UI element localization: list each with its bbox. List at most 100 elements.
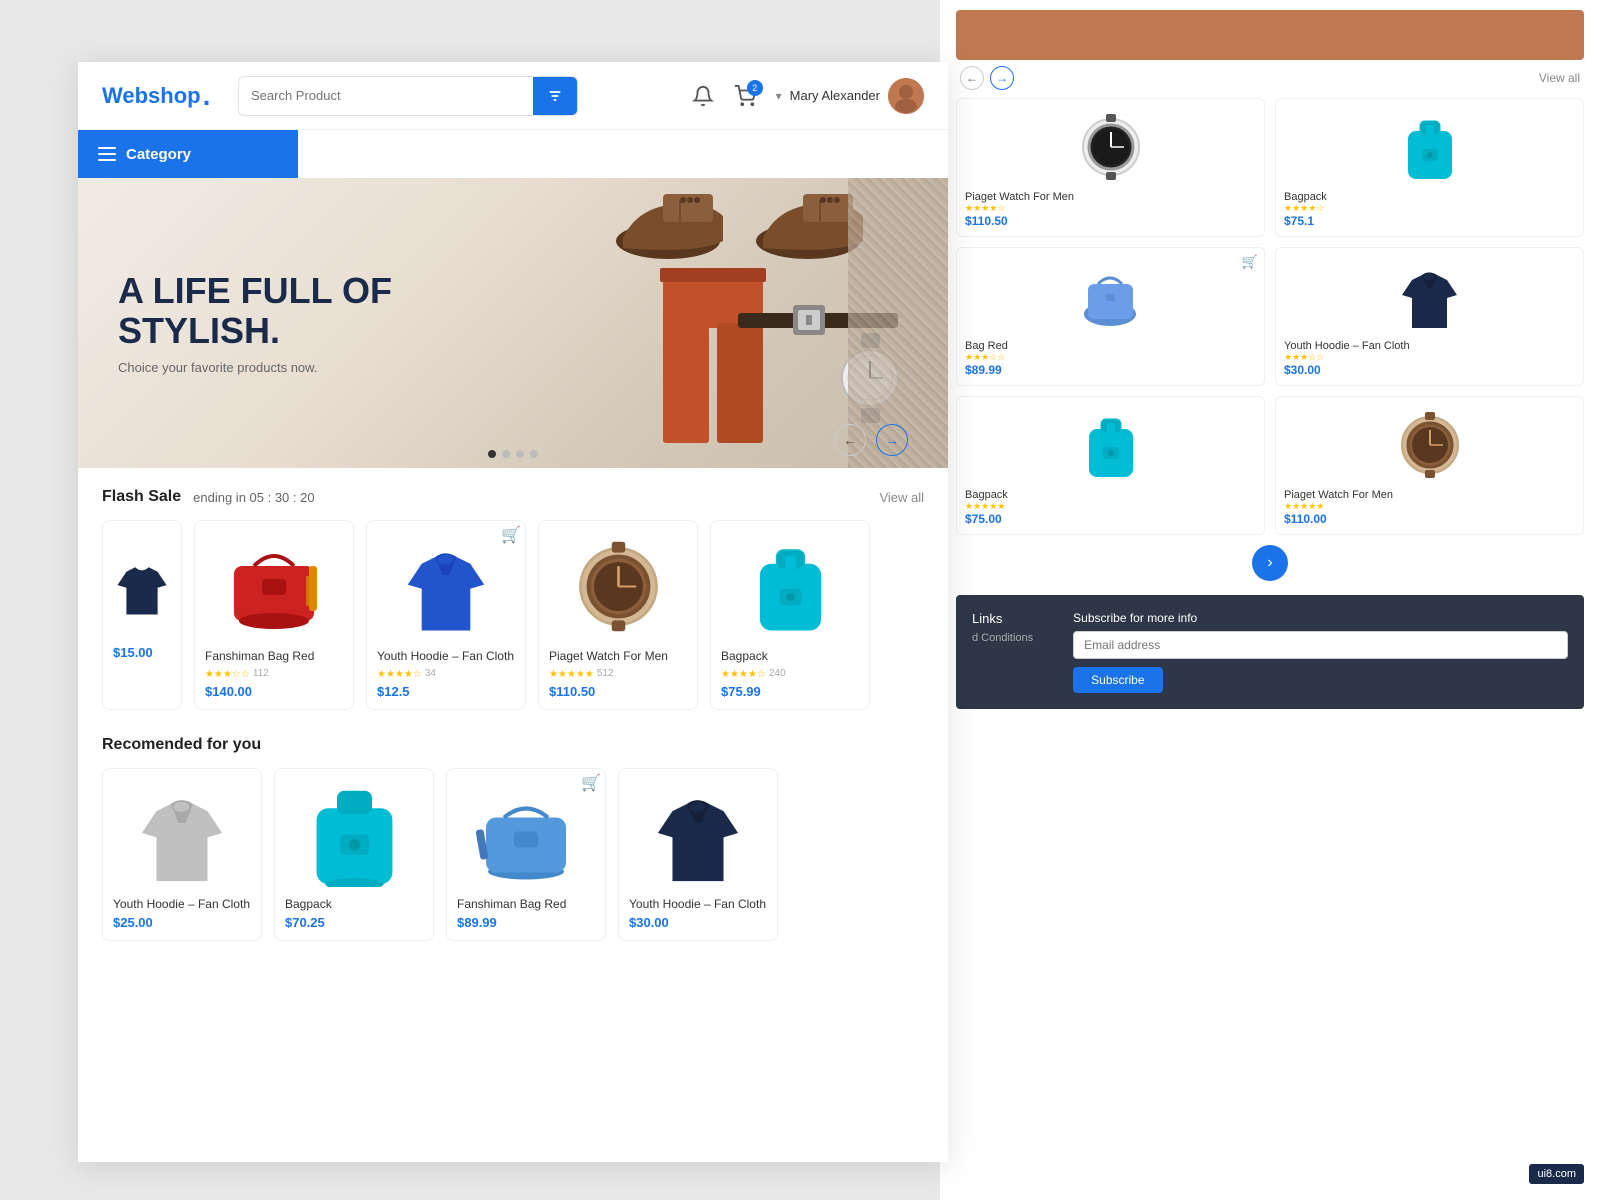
slider-dot-1[interactable] [488,450,496,458]
rp-product-stars-2: ★★★☆☆ [965,352,1256,363]
slider-dot-4[interactable] [530,450,538,458]
flash-product-stars-row-1: ★★★☆☆ 112 [205,666,343,680]
page-wrapper: ← → View all [0,0,1600,1200]
rec-product-0[interactable]: Youth Hoodie – Fan Cloth $25.00 [102,768,262,941]
category-bar[interactable]: Category [78,130,298,178]
flash-product-stars-3: ★★★★★ [549,669,594,680]
flash-product-4[interactable]: Bagpack ★★★★☆ 240 $75.99 [710,520,870,710]
rp-product-card-1[interactable]: Bagpack ★★★★☆ $75.1 [1275,98,1584,237]
user-name: Mary Alexander [790,88,880,103]
user-menu[interactable]: ▾ Mary Alexander [776,78,924,114]
flash-product-price-4: $75.99 [721,684,859,699]
flash-product-0[interactable]: $15.00 [102,520,182,710]
user-avatar [888,78,924,114]
rp-product-stars-4: ★★★★★ [965,501,1256,512]
rp-product-card-3[interactable]: Youth Hoodie – Fan Cloth ★★★☆☆ $30.00 [1275,247,1584,386]
flash-product-count-4: 240 [769,668,786,679]
logo[interactable]: Webshop. [102,82,222,110]
hero-prev-arrow[interactable]: ← [834,424,866,456]
flash-product-stars-row-2: ★★★★☆ 34 [377,666,515,680]
recommended-products: Youth Hoodie – Fan Cloth $25.00 [102,768,924,941]
rec-product-img-3 [629,779,767,889]
rec-product-3[interactable]: Youth Hoodie – Fan Cloth $30.00 [618,768,778,941]
rp-product-price-4: $75.00 [965,512,1256,526]
rec-product-name-3: Youth Hoodie – Fan Cloth [629,897,767,911]
rp-product-card-4[interactable]: Bagpack ★★★★★ $75.00 [956,396,1265,535]
rp-product-image-2 [965,256,1256,336]
rp-subscribe-area: Links d Conditions Subscribe for more in… [956,595,1584,709]
rp-product-card-0[interactable]: Piaget Watch For Men ★★★★☆ $110.50 [956,98,1265,237]
flash-product-3[interactable]: Piaget Watch For Men ★★★★★ 512 $110.50 [538,520,698,710]
rp-product-image-0 [965,107,1256,187]
recommended-section: Recomended for you Youth Hoodie – Fan Cl… [78,720,948,961]
flash-sale-timer: ending in 05 : 30 : 20 [193,490,314,505]
flash-product-price-0: $15.00 [113,645,171,660]
flash-product-img-2 [377,531,515,641]
rec-product-2[interactable]: 🛒 Fanshiman Bag Red $89.99 [446,768,606,941]
rec-product-1[interactable]: Bagpack $70.25 [274,768,434,941]
subscribe-button[interactable]: Subscribe [1073,667,1162,693]
flash-product-count-3: 512 [597,668,614,679]
rp-product-name-3: Youth Hoodie – Fan Cloth [1284,340,1575,352]
flash-product-count-2: 34 [425,668,436,679]
flash-sale-title-area: Flash Sale ending in 05 : 30 : 20 [102,488,315,506]
search-input[interactable] [239,88,533,103]
rp-view-all-link[interactable]: View all [1539,71,1580,85]
rp-product-name-1: Bagpack [1284,191,1575,203]
subscribe-email-input[interactable] [1073,631,1568,659]
rec-product-name-2: Fanshiman Bag Red [457,897,595,911]
flash-product-stars-row-3: ★★★★★ 512 [549,666,687,680]
flash-product-img-4 [721,531,859,641]
category-label: Category [126,146,191,163]
flash-product-2[interactable]: 🛒 Youth Hoodie – Fan Cloth ★★★★☆ 34 $12. [366,520,526,710]
flash-sale-title: Flash Sale [102,488,181,506]
rp-product-price-5: $110.00 [1284,512,1575,526]
slider-dot-2[interactable] [502,450,510,458]
main-card: Webshop. [78,62,948,1162]
hero-banner: A LIFE FULL OFSTYLISH. Choice your favor… [78,178,948,468]
slider-dots [488,450,538,458]
flash-sale-header: Flash Sale ending in 05 : 30 : 20 View a… [102,488,924,506]
watermark-badge: ui8.com [1529,1164,1584,1184]
newsletter-section: Subscribe for more info Subscribe [1073,611,1568,693]
rec-product-img-2 [457,779,595,889]
header-icons: 2 ▾ Mary Alexander [692,78,924,114]
flash-product-price-3: $110.50 [549,684,687,699]
rp-prev-arrow[interactable]: ← [960,66,984,90]
rp-product-name-5: Piaget Watch For Men [1284,489,1575,501]
slider-arrows: ← → [834,424,908,456]
rp-product-image-1 [1284,107,1575,187]
hero-next-arrow[interactable]: → [876,424,908,456]
rp-product-card-5[interactable]: Piaget Watch For Men ★★★★★ $110.00 [1275,396,1584,535]
rp-navigation: ← → View all [956,66,1584,90]
flash-product-count-1: 112 [253,668,269,679]
watermark: ui8.com [1529,1164,1584,1184]
rp-next-page-btn[interactable]: › [1252,545,1288,581]
flash-sale-view-all[interactable]: View all [879,490,924,505]
subscribe-title: Subscribe for more info [1073,611,1568,625]
rp-product-image-5 [1284,405,1575,485]
rec-product-img-1 [285,779,423,889]
rp-product-stars-1: ★★★★☆ [1284,203,1575,214]
rp-product-grid: Piaget Watch For Men ★★★★☆ $110.50 Bagpa… [956,98,1584,535]
footer-terms: d Conditions [972,632,1033,644]
rp-product-price-2: $89.99 [965,363,1256,377]
rec-product-price-2: $89.99 [457,915,595,930]
flash-product-stars-row-4: ★★★★☆ 240 [721,666,859,680]
rp-next-arrow[interactable]: → [990,66,1014,90]
flash-product-1[interactable]: Fanshiman Bag Red ★★★☆☆ 112 $140.00 [194,520,354,710]
rp-cart-icon-2[interactable]: 🛒 [1242,254,1258,270]
cart-badge: 2 [747,80,763,96]
flash-product-img-0 [113,531,171,641]
rec-product-name-0: Youth Hoodie – Fan Cloth [113,897,251,911]
hamburger-icon [98,147,116,161]
rp-product-name-4: Bagpack [965,489,1256,501]
slider-dot-3[interactable] [516,450,524,458]
rp-product-stars-0: ★★★★☆ [965,203,1256,214]
rec-product-price-0: $25.00 [113,915,251,930]
search-filter-button[interactable] [533,76,577,116]
hero-text-area: A LIFE FULL OFSTYLISH. Choice your favor… [78,271,432,375]
rp-product-card-2[interactable]: 🛒 Bag Red ★★★☆☆ $89.99 [956,247,1265,386]
cart-button[interactable]: 2 [734,85,756,107]
notification-button[interactable] [692,85,714,107]
